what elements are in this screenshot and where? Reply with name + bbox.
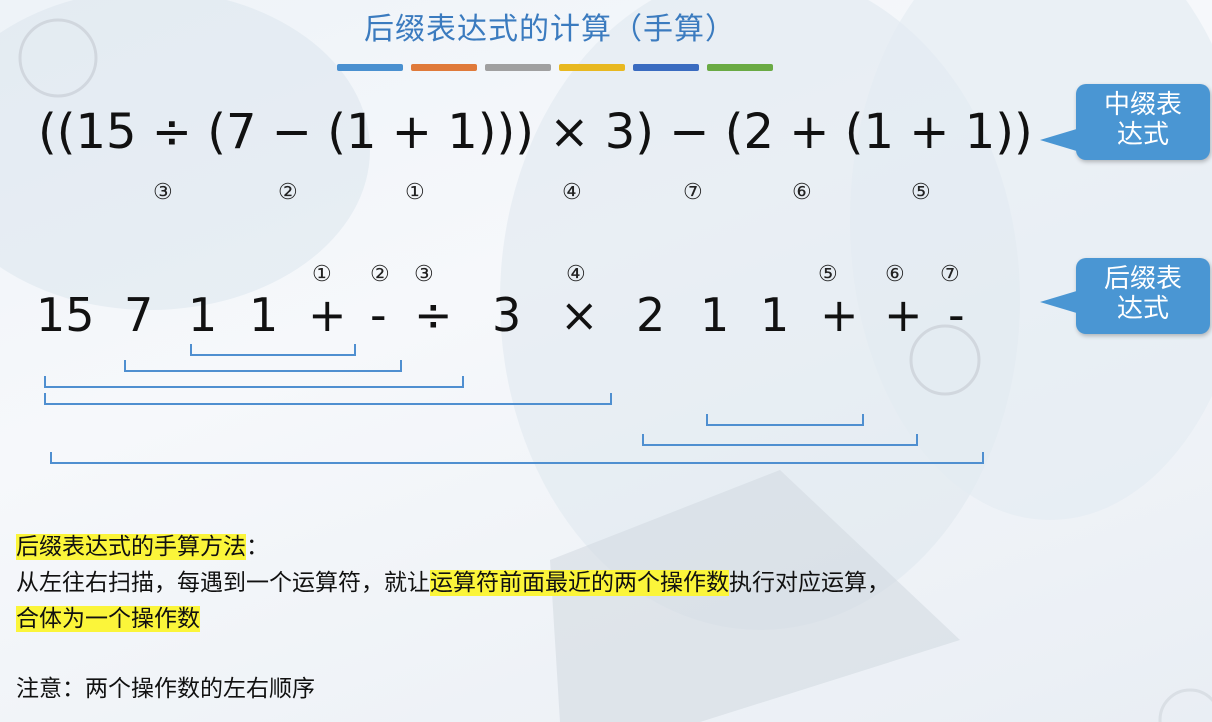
postfix-order-mark: ⑥: [885, 262, 905, 287]
strip-segment: [337, 64, 403, 71]
infix-order-mark: ④: [562, 180, 582, 205]
operand-bracket: [642, 434, 918, 446]
method-line-1: 从左往右扫描，每遇到一个运算符，就让运算符前面最近的两个操作数执行对应运算，: [16, 566, 890, 600]
infix-order-mark: ⑤: [911, 180, 931, 205]
postfix-token: 1: [188, 288, 218, 342]
strip-segment: [559, 64, 625, 71]
postfix-token: 1: [760, 288, 790, 342]
postfix-order-mark: ⑦: [940, 262, 960, 287]
method-line1-a: 从左往右扫描，每遇到一个运算符，就让: [16, 570, 430, 596]
postfix-token: 1: [249, 288, 279, 342]
postfix-token: -: [370, 288, 387, 342]
infix-order-mark: ③: [153, 180, 173, 205]
method-line1-b: 执行对应运算，: [729, 570, 890, 596]
operand-bracket: [50, 452, 984, 464]
strip-segment: [411, 64, 477, 71]
postfix-order-mark: ③: [414, 262, 434, 287]
infix-order-mark: ⑦: [683, 180, 703, 205]
postfix-token: +: [308, 288, 347, 342]
method-line1-highlight: 运算符前面最近的两个操作数: [430, 570, 729, 596]
operand-bracket: [44, 393, 612, 405]
postfix-token: 2: [636, 288, 666, 342]
postfix-order-mark: ⑤: [818, 262, 838, 287]
infix-order-mark: ①: [405, 180, 425, 205]
infix-order-mark: ⑥: [792, 180, 812, 205]
infix-order-mark: ②: [278, 180, 298, 205]
postfix-token: ×: [560, 288, 599, 342]
postfix-token: -: [948, 288, 965, 342]
page-title: 后缀表达式的计算（手算）: [364, 12, 736, 47]
postfix-callout-tail: [1040, 290, 1080, 314]
postfix-order-mark: ④: [566, 262, 586, 287]
postfix-token: 3: [492, 288, 522, 342]
infix-callout-tail: [1040, 128, 1080, 152]
postfix-token: ÷: [414, 288, 453, 342]
infix-expression: ((15 ÷ (7 − (1 + 1))) × 3) − (2 + (1 + 1…: [38, 104, 1033, 160]
postfix-token: +: [820, 288, 859, 342]
strip-segment: [633, 64, 699, 71]
method-note: 注意：两个操作数的左右顺序: [16, 676, 315, 702]
method-heading-colon: ：: [246, 534, 269, 560]
strip-segment: [707, 64, 773, 71]
postfix-order-mark: ①: [312, 262, 332, 287]
method-heading-text: 后缀表达式的手算方法: [16, 534, 246, 560]
method-heading: 后缀表达式的手算方法：: [16, 530, 269, 564]
operand-bracket: [706, 414, 864, 426]
method-line-2: 合体为一个操作数: [16, 602, 200, 636]
postfix-token: 15: [36, 288, 95, 342]
strip-segment: [485, 64, 551, 71]
infix-callout: 中缀表 达式: [1076, 84, 1210, 160]
postfix-token: +: [884, 288, 923, 342]
operand-bracket: [44, 376, 464, 388]
postfix-callout: 后缀表 达式: [1076, 258, 1210, 334]
postfix-token: 1: [700, 288, 730, 342]
postfix-order-mark: ②: [370, 262, 390, 287]
operand-bracket: [124, 360, 402, 372]
postfix-token: 7: [124, 288, 154, 342]
title-underline-strip: [337, 64, 773, 71]
operand-bracket: [190, 344, 356, 356]
method-line2-highlight: 合体为一个操作数: [16, 606, 200, 632]
